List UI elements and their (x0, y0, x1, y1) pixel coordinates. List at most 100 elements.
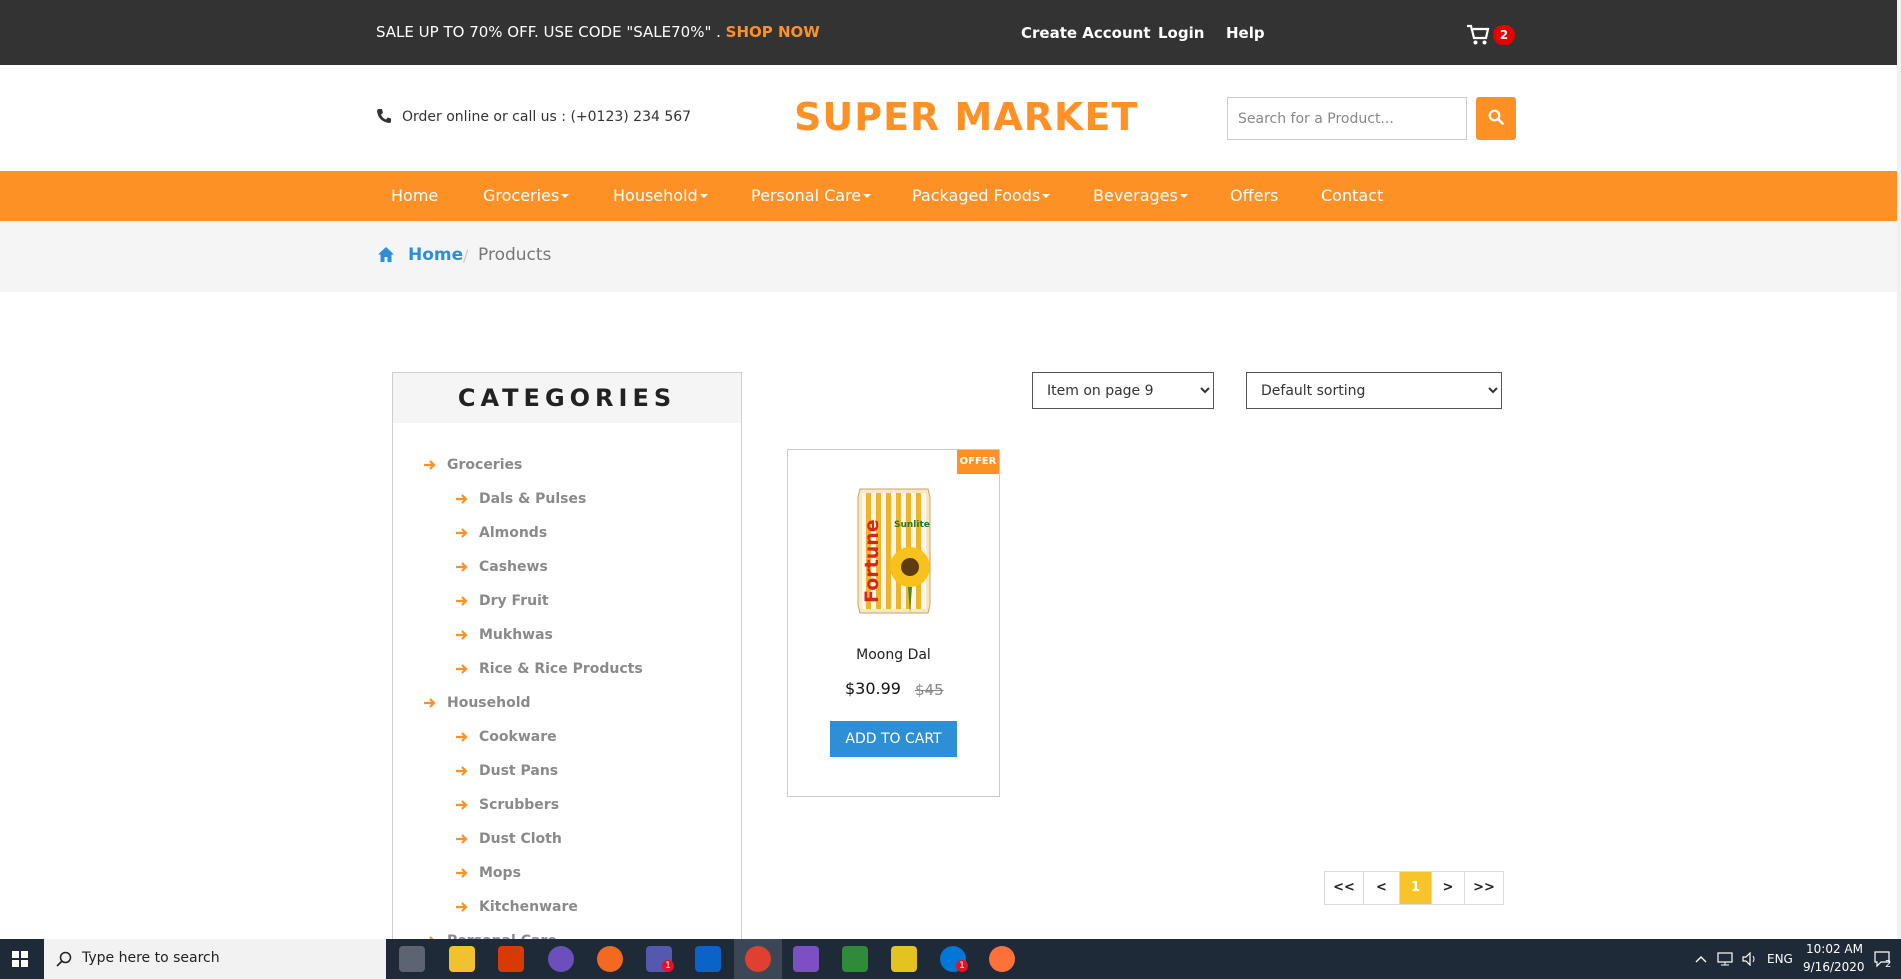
sort-select[interactable]: Default sorting (1246, 372, 1502, 409)
search-icon (1488, 109, 1504, 125)
notepad-icon[interactable] (842, 946, 868, 972)
outlook-icon[interactable] (695, 946, 721, 972)
caret-down-icon (863, 194, 872, 198)
arrow-right-icon (424, 460, 436, 470)
product-price: $30.99 (845, 679, 901, 698)
pagination-page-1[interactable]: 1 (1400, 872, 1432, 904)
file-explorer-icon[interactable] (449, 946, 475, 972)
firefox-icon[interactable] (989, 946, 1015, 972)
arrow-right-icon (456, 732, 468, 742)
category-household[interactable]: Household (424, 695, 531, 711)
promo-text: SALE UP TO 70% OFF. USE CODE "SALE70%" . (376, 23, 721, 41)
nav-item-home[interactable]: Home (391, 186, 438, 205)
arrow-right-icon (456, 562, 468, 572)
categories-panel: CATEGORIES Groceries Dals & Pulses Almon… (392, 372, 742, 979)
arrow-right-icon (456, 834, 468, 844)
shop-now-link[interactable]: SHOP NOW (726, 23, 820, 41)
nav-item-contact[interactable]: Contact (1321, 186, 1383, 205)
search-button[interactable] (1476, 97, 1516, 140)
create-account-link[interactable]: Create Account (1021, 24, 1151, 42)
network-icon[interactable] (1717, 952, 1733, 966)
caret-down-icon (1042, 194, 1051, 198)
nav-item-beverages[interactable]: Beverages (1093, 186, 1188, 205)
top-bar: SALE UP TO 70% OFF. USE CODE "SALE70%" .… (0, 0, 1900, 65)
skype-badge: 1 (956, 960, 968, 972)
pagination: << < 1 > >> (1324, 871, 1504, 905)
subcategory-dals-pulses[interactable]: Dals & Pulses (456, 491, 586, 507)
login-link[interactable]: Login (1158, 24, 1204, 42)
chrome-active-slot[interactable] (734, 939, 782, 979)
breadcrumb (0, 221, 1897, 292)
app-icon-ca[interactable] (399, 946, 425, 972)
subcategory-cookware[interactable]: Cookware (456, 729, 557, 745)
caret-down-icon (699, 194, 708, 198)
clock-date[interactable]: 9/16/2020 (1803, 960, 1865, 974)
pagination-next[interactable]: > (1432, 872, 1465, 904)
subcategory-scrubbers[interactable]: Scrubbers (456, 797, 559, 813)
main-nav: Home Groceries Household Personal Care P… (0, 171, 1897, 221)
breadcrumb-home-link[interactable]: Home (408, 245, 463, 265)
subcategory-almonds[interactable]: Almonds (456, 525, 547, 541)
arrow-right-icon (456, 868, 468, 878)
nav-item-groceries[interactable]: Groceries (483, 186, 570, 205)
pagination-first[interactable]: << (1325, 872, 1364, 904)
taskbar-search[interactable]: Type here to search (44, 939, 386, 979)
caret-down-icon (561, 194, 570, 198)
product-card[interactable]: OFFER Fortune Sunlite Moong Dal $30.99 $… (787, 449, 1000, 797)
subcategory-kitchenware[interactable]: Kitchenware (456, 899, 578, 915)
cart-button[interactable]: 2 (1466, 24, 1518, 48)
office-icon[interactable] (498, 946, 524, 972)
categories-title: CATEGORIES (393, 373, 741, 423)
clock-time[interactable]: 10:02 AM (1806, 942, 1863, 956)
nav-item-packaged-foods[interactable]: Packaged Foods (912, 186, 1051, 205)
language-indicator[interactable]: ENG (1767, 952, 1793, 966)
home-icon[interactable] (377, 246, 395, 263)
subcategory-dust-cloth[interactable]: Dust Cloth (456, 831, 562, 847)
page: SALE UP TO 70% OFF. USE CODE "SALE70%" .… (0, 0, 1901, 979)
product-image-subbrand: Sunlite (894, 520, 930, 530)
chevron-up-icon[interactable] (1695, 955, 1707, 963)
product-search-input[interactable] (1227, 97, 1467, 140)
nav-item-household[interactable]: Household (613, 186, 708, 205)
app-icon-orange[interactable] (597, 946, 623, 972)
skype-icon[interactable]: 1 (940, 946, 968, 972)
pagination-prev[interactable]: < (1364, 872, 1400, 904)
caret-down-icon (1179, 194, 1188, 198)
site-logo[interactable]: SUPER MARKET (794, 95, 1138, 139)
nav-item-offers[interactable]: Offers (1230, 186, 1278, 205)
teams-badge: 1 (662, 960, 674, 972)
subcategory-cashews[interactable]: Cashews (456, 559, 548, 575)
app-icon-purple[interactable] (548, 946, 574, 972)
windows-start-icon[interactable] (12, 951, 28, 967)
visual-studio-icon[interactable] (793, 946, 819, 972)
arrow-right-icon (456, 800, 468, 810)
phone-icon (377, 109, 391, 123)
teams-icon[interactable]: 1 (646, 946, 674, 972)
product-old-price: $45 (915, 681, 944, 699)
app-icon-yellow[interactable] (891, 946, 917, 972)
contact-text: Order online or call us : (+0123) 234 56… (402, 109, 692, 125)
page-scrollbar[interactable] (1897, 0, 1901, 939)
arrow-right-icon (456, 766, 468, 776)
items-per-page-select[interactable]: Item on page 9 (1032, 372, 1214, 409)
arrow-right-icon (456, 596, 468, 606)
subcategory-dust-pans[interactable]: Dust Pans (456, 763, 558, 779)
subcategory-rice-products[interactable]: Rice & Rice Products (456, 661, 643, 677)
subcategory-dry-fruit[interactable]: Dry Fruit (456, 593, 549, 609)
subcategory-mops[interactable]: Mops (456, 865, 521, 881)
arrow-right-icon (456, 902, 468, 912)
notification-count: 2 (1885, 959, 1892, 970)
nav-item-personal-care[interactable]: Personal Care (751, 186, 872, 205)
arrow-right-icon (456, 664, 468, 674)
breadcrumb-separator: / (463, 246, 469, 265)
category-groceries[interactable]: Groceries (424, 457, 522, 473)
product-name[interactable]: Moong Dal (788, 647, 999, 663)
add-to-cart-button[interactable]: ADD TO CART (830, 721, 957, 757)
windows-taskbar: Type here to search 1 1 ENG 10:02 AM 9/1… (0, 939, 1901, 979)
volume-icon[interactable] (1742, 952, 1758, 966)
contact-info: Order online or call us : (+0123) 234 56… (376, 108, 691, 125)
product-image[interactable]: Fortune Sunlite (854, 485, 934, 615)
help-link[interactable]: Help (1226, 24, 1265, 42)
subcategory-mukhwas[interactable]: Mukhwas (456, 627, 553, 643)
pagination-last[interactable]: >> (1465, 872, 1503, 904)
